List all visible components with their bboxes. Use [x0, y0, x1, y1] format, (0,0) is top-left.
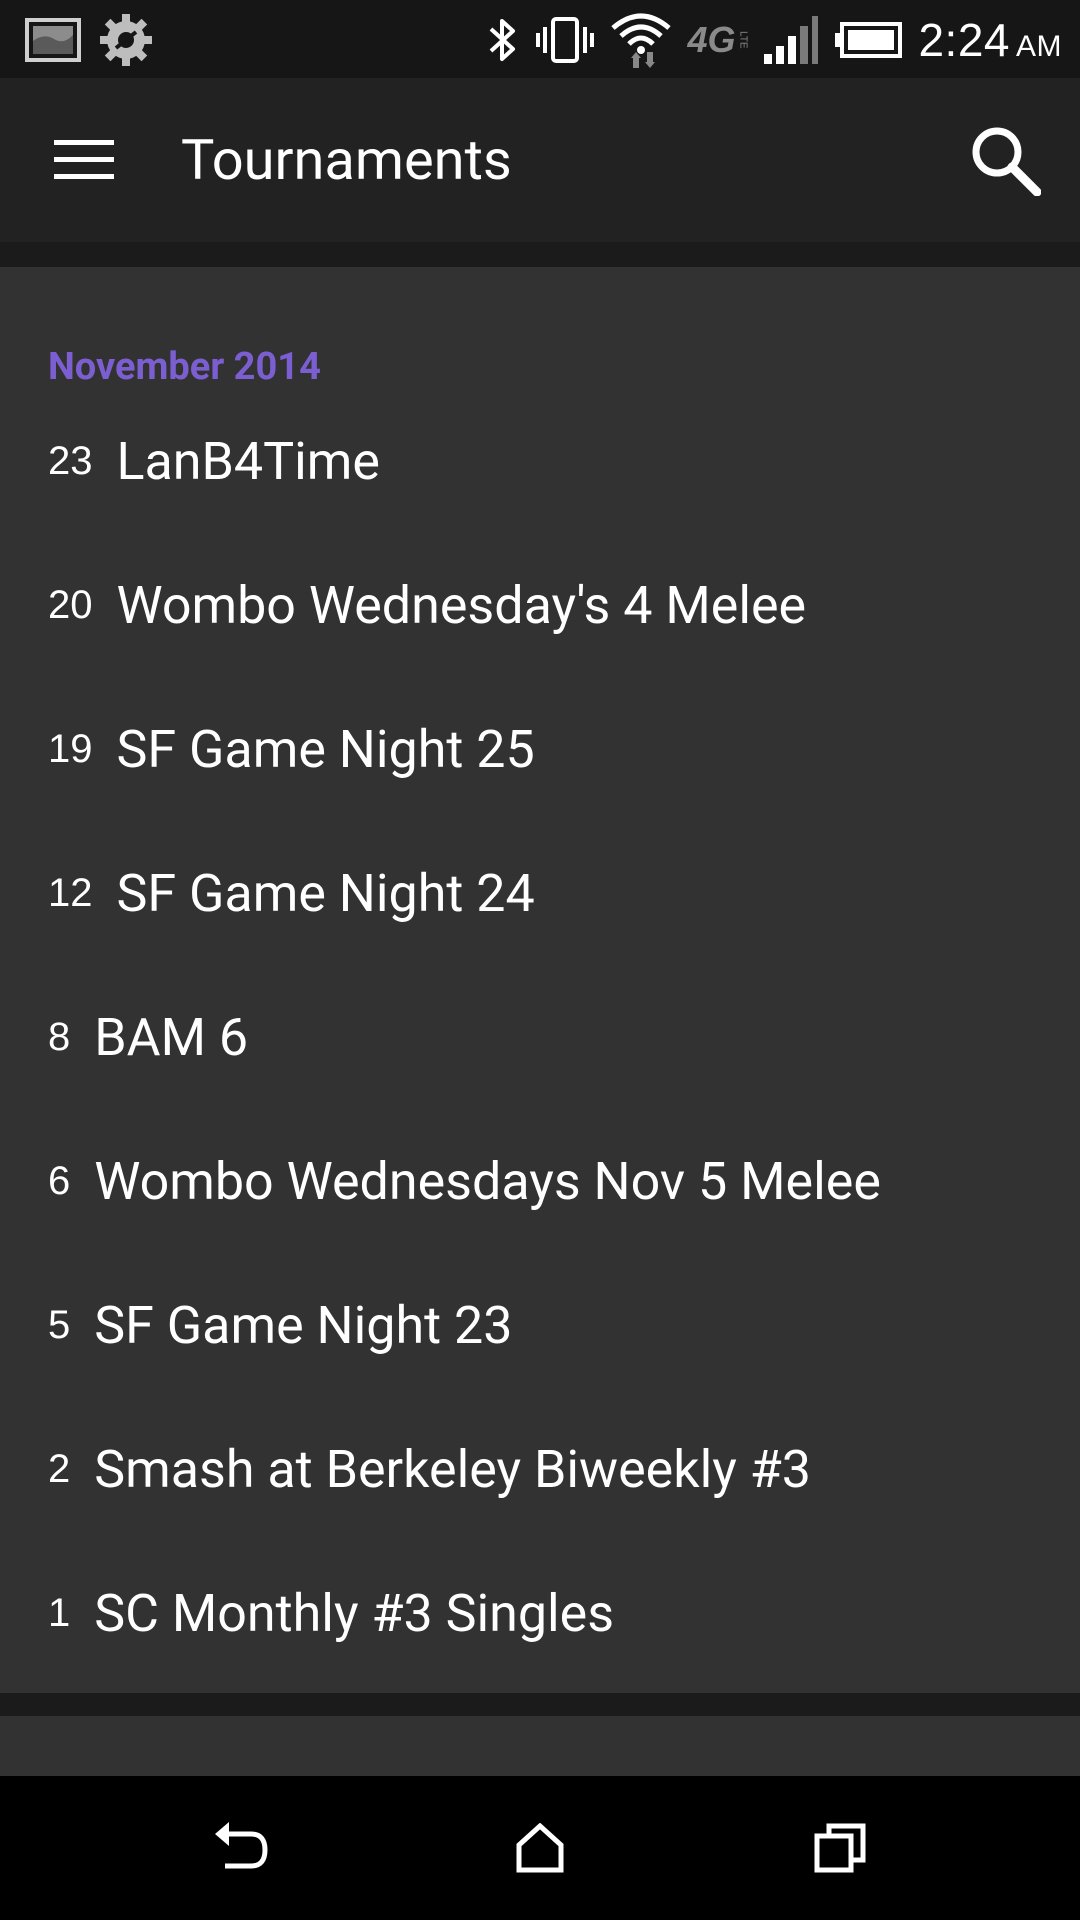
hamburger-menu-icon	[54, 140, 114, 179]
status-clock: 2:24 AM	[918, 13, 1062, 67]
system-nav-bar	[0, 1776, 1080, 1920]
status-time: 2:24	[918, 14, 1010, 66]
tournament-name: SF Game Night 24	[116, 862, 535, 924]
tournament-name: SC Monthly #3 Singles	[94, 1582, 615, 1644]
tournament-item[interactable]: 2 Smash at Berkeley Biweekly #3	[0, 1397, 1080, 1541]
settings-gear-icon	[100, 14, 152, 66]
month-header: November 2014	[48, 345, 321, 389]
status-bar: 4G LTE 2:24 AM	[0, 0, 1080, 78]
home-icon	[516, 1823, 564, 1873]
app-bar: Tournaments	[0, 78, 1080, 242]
network-subtype-label: LTE	[737, 31, 749, 49]
recents-button[interactable]	[780, 1806, 900, 1890]
tournament-name: SF Game Night 23	[94, 1294, 513, 1356]
battery-icon	[835, 22, 903, 58]
back-icon	[215, 1822, 268, 1869]
vibrate-icon	[536, 17, 595, 63]
tournament-day: 5	[48, 1302, 71, 1347]
tournament-item[interactable]: 6 Wombo Wednesdays Nov 5 Melee	[0, 1109, 1080, 1253]
tournament-name: Wombo Wednesday's 4 Melee	[116, 574, 807, 636]
page-title: Tournaments	[181, 127, 512, 193]
tournament-name: SF Game Night 25	[116, 718, 535, 780]
tournament-day: 8	[48, 1014, 71, 1059]
tournament-item[interactable]: 12 SF Game Night 24	[0, 821, 1080, 965]
tournament-day: 2	[48, 1446, 71, 1491]
tournament-name: LanB4Time	[116, 430, 380, 492]
search-icon	[972, 127, 1041, 196]
tournament-name: BAM 6	[94, 1006, 249, 1068]
tournament-day: 23	[48, 438, 93, 483]
signal-strength-icon	[764, 16, 819, 64]
tournament-day: 1	[48, 1590, 71, 1635]
tournament-item[interactable]: 5 SF Game Night 23	[0, 1253, 1080, 1397]
tournament-item[interactable]: 8 BAM 6	[0, 965, 1080, 1109]
home-button[interactable]	[480, 1806, 600, 1890]
tournament-item[interactable]: 19 SF Game Night 25	[0, 677, 1080, 821]
month-card: November 2014 23 LanB4Time 20 Wombo Wedn…	[0, 267, 1080, 1693]
tournament-day: 12	[48, 870, 93, 915]
wifi-icon	[611, 13, 672, 68]
tournament-name: Smash at Berkeley Biweekly #3	[94, 1438, 812, 1500]
bluetooth-icon	[490, 19, 516, 61]
search-button[interactable]	[958, 118, 1052, 202]
recents-icon	[814, 1823, 866, 1873]
status-indicators: 4G LTE 2:24 AM	[485, 8, 1062, 72]
network-type-label: 4G	[687, 19, 736, 60]
tournament-item[interactable]: 20 Wombo Wednesday's 4 Melee	[0, 533, 1080, 677]
menu-button[interactable]	[30, 122, 138, 198]
tournament-list-container[interactable]: November 2014 23 LanB4Time 20 Wombo Wedn…	[0, 242, 1080, 1796]
tournament-item[interactable]: 1 SC Monthly #3 Singles	[0, 1541, 1080, 1685]
status-ampm: AM	[1016, 30, 1062, 63]
network-type-indicator: 4G LTE	[687, 19, 748, 61]
image-notification-icon	[25, 18, 81, 62]
back-button[interactable]	[181, 1806, 301, 1890]
tournament-list: 23 LanB4Time 20 Wombo Wednesday's 4 Mele…	[0, 389, 1080, 1685]
tournament-day: 6	[48, 1158, 71, 1203]
tournament-day: 20	[48, 582, 93, 627]
tournament-name: Wombo Wednesdays Nov 5 Melee	[94, 1150, 881, 1212]
tournament-day: 19	[48, 726, 93, 771]
status-notifications	[24, 12, 154, 68]
tournament-item[interactable]: 23 LanB4Time	[0, 389, 1080, 533]
